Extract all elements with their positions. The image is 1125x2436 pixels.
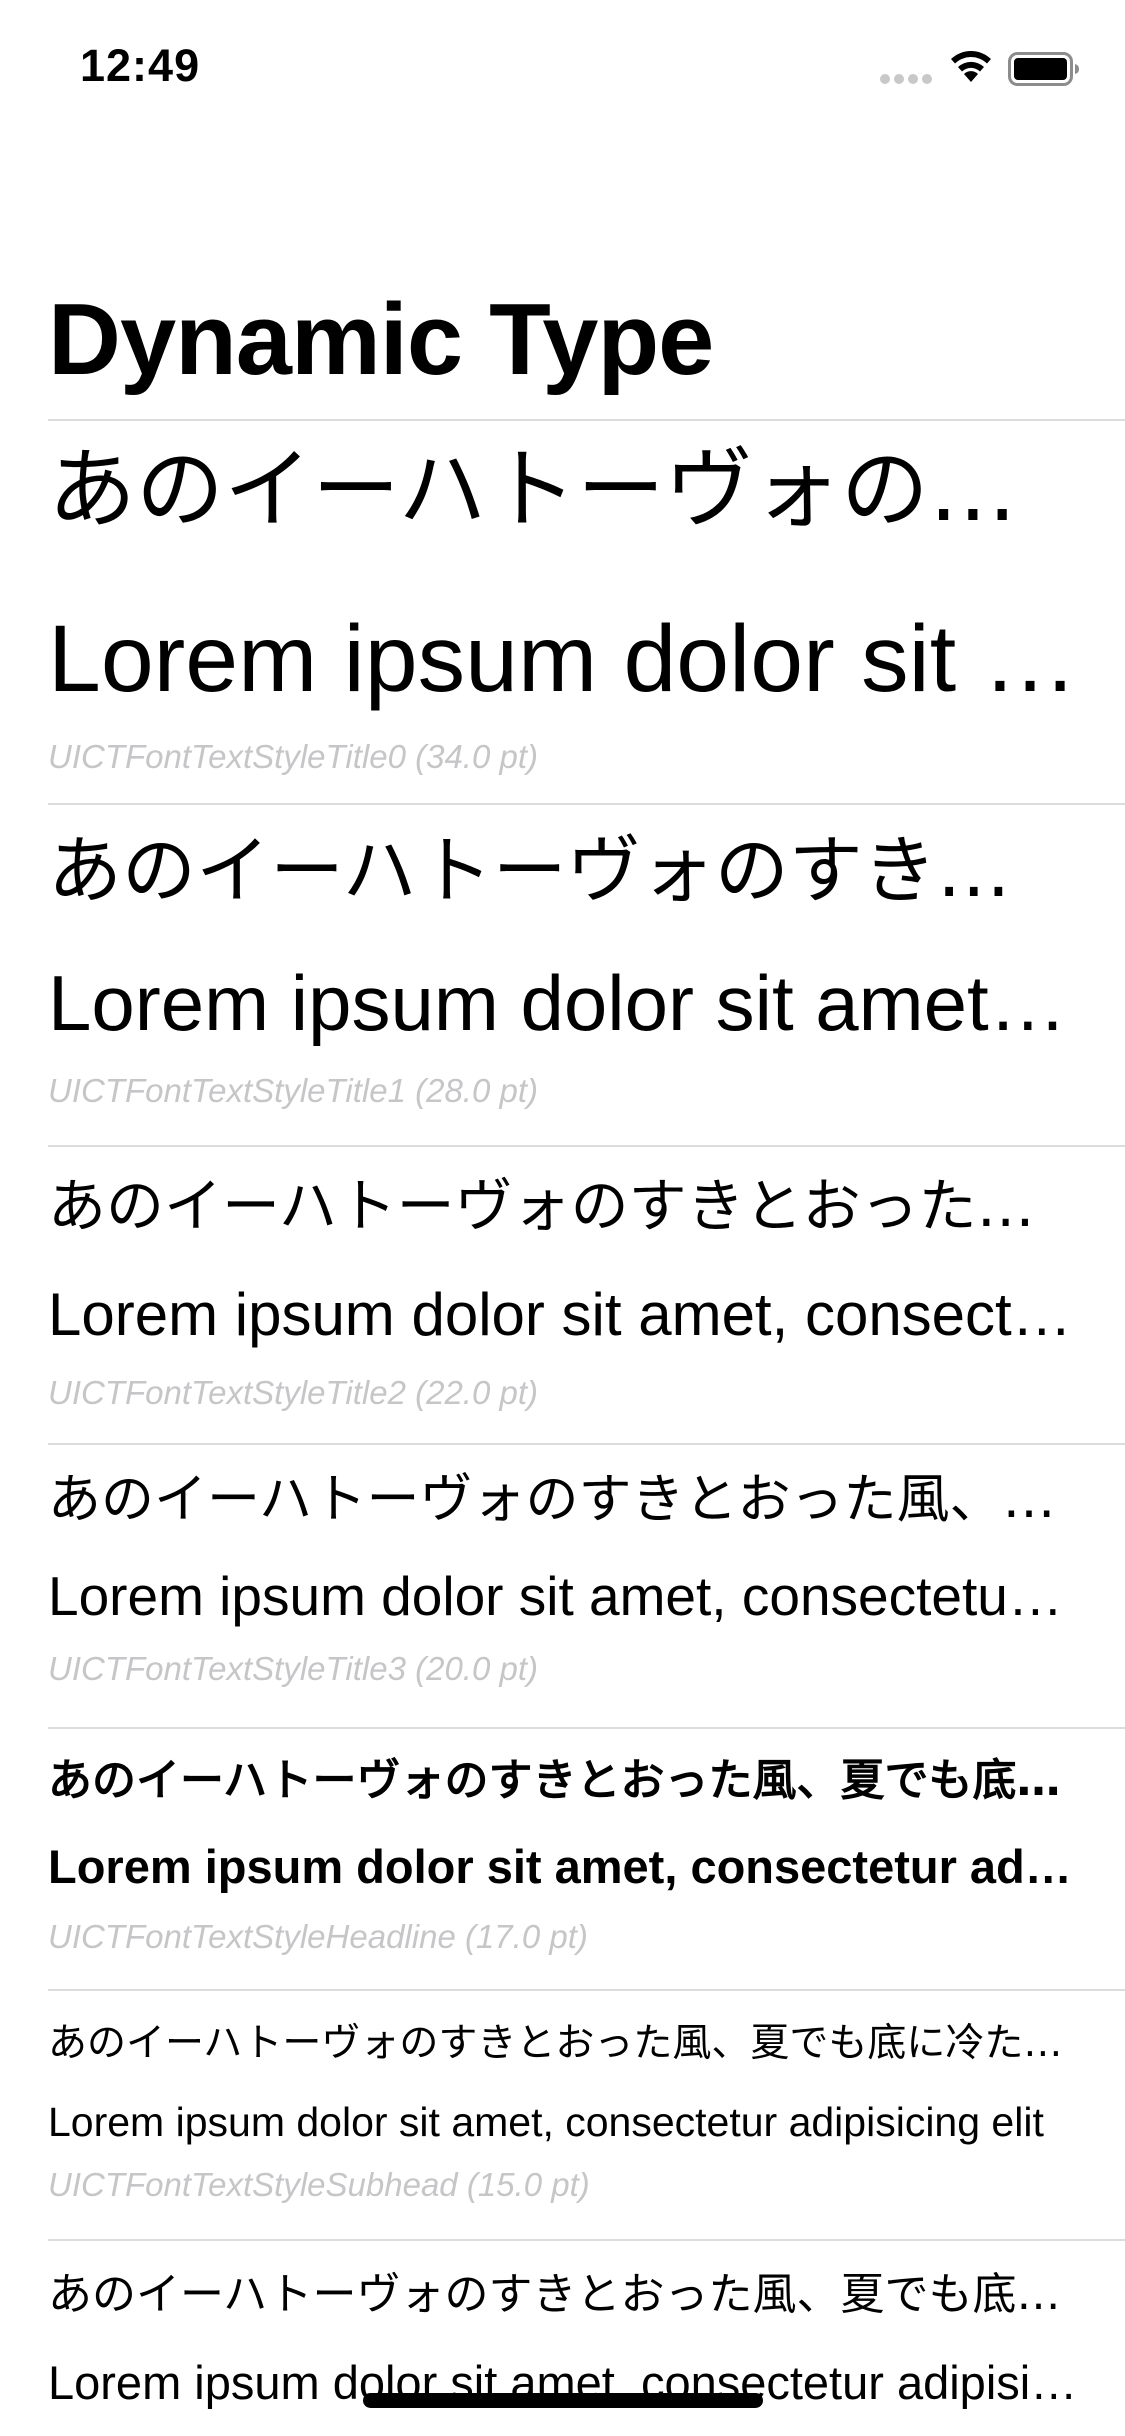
- japanese-sample-text: あのイーハトーヴォのすきとおった風、夏でも底に冷たさをもつ青いそら: [48, 1469, 1078, 1530]
- japanese-sample-text: あのイーハトーヴォのすきとおった風、夏でも底に冷たさをもつ青いそら: [48, 1172, 1078, 1240]
- text-style-label: UICTFontTextStyleSubhead (15.0 pt): [48, 2166, 590, 2203]
- latin-sample-text: Lorem ipsum dolor sit amet, consectetur …: [48, 959, 1078, 1047]
- page-title: Dynamic Type: [48, 284, 714, 396]
- latin-sample-text: Lorem ipsum dolor sit amet, consectetur …: [48, 1840, 1078, 1893]
- latin-sample-text: Lorem ipsum dolor sit amet, consectetur …: [48, 1281, 1078, 1348]
- list-item[interactable]: あのイーハトーヴォのすきとおった風、夏でも底に冷たさをもつ青いそら Lorem …: [48, 1989, 1125, 2239]
- text-style-label: UICTFontTextStyleHeadline (17.0 pt): [48, 1918, 588, 1955]
- text-style-label: UICTFontTextStyleTitle3 (20.0 pt): [48, 1650, 539, 1687]
- text-style-label: UICTFontTextStyleTitle1 (28.0 pt): [48, 1072, 539, 1109]
- text-style-label: UICTFontTextStyleTitle0 (34.0 pt): [48, 738, 539, 775]
- japanese-sample-text: あのイーハトーヴォのすきとおった風、夏でも底に冷たさをもつ青いそら: [48, 2021, 1078, 2066]
- latin-sample-text: Lorem ipsum dolor sit amet, consectetur …: [48, 2099, 1044, 2145]
- list-item[interactable]: あのイーハトーヴォのすきとおった風、夏でも底に冷たさをもつ青いそら Lorem …: [48, 803, 1125, 1145]
- text-style-label: UICTFontTextStyleTitle2 (22.0 pt): [48, 1374, 539, 1411]
- japanese-sample-text: あのイーハトーヴォのすきとおった風、夏でも底に冷たさをもつ青いそら: [48, 438, 1078, 541]
- status-time: 12:49: [80, 40, 201, 91]
- japanese-sample-text: あのイーハトーヴォのすきとおった風、夏でも底に冷たさをもつ青いそら: [48, 2269, 1078, 2320]
- list-item[interactable]: あのイーハトーヴォのすきとおった風、夏でも底に冷たさをもつ青いそら Lorem …: [48, 419, 1125, 803]
- latin-sample-text: Lorem ipsum dolor sit amet, consectetur …: [48, 606, 1078, 712]
- text-style-list: あのイーハトーヴォのすきとおった風、夏でも底に冷たさをもつ青いそら Lorem …: [48, 419, 1125, 2436]
- japanese-sample-text: あのイーハトーヴォのすきとおった風、夏でも底に冷たさをもつ青いそら: [48, 1755, 1078, 1806]
- japanese-sample-text: あのイーハトーヴォのすきとおった風、夏でも底に冷たさをもつ青いそら: [48, 828, 1078, 914]
- battery-icon: [1008, 52, 1079, 86]
- status-bar: 12:49: [0, 0, 1125, 132]
- list-item[interactable]: あのイーハトーヴォのすきとおった風、夏でも底に冷たさをもつ青いそら Lorem …: [48, 1443, 1125, 1727]
- home-indicator[interactable]: [363, 2393, 763, 2408]
- cellular-signal-icon: [880, 74, 932, 84]
- list-item[interactable]: あのイーハトーヴォのすきとおった風、夏でも底に冷たさをもつ青いそら Lorem …: [48, 1145, 1125, 1443]
- wifi-icon: [951, 51, 991, 82]
- latin-sample-text: Lorem ipsum dolor sit amet, consectetur …: [48, 1565, 1078, 1627]
- list-item[interactable]: あのイーハトーヴォのすきとおった風、夏でも底に冷たさをもつ青いそら Lorem …: [48, 1727, 1125, 1989]
